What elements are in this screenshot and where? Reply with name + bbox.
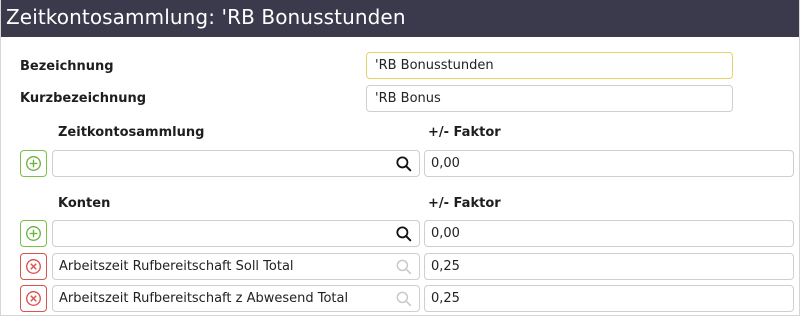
bezeichnung-label: Bezeichnung [20, 59, 114, 74]
kurzbezeichnung-label: Kurzbezeichnung [20, 91, 147, 106]
zeitkontosammlung-factor-input[interactable]: 0,00 [424, 150, 794, 177]
plus-circle-icon [26, 226, 41, 241]
x-circle-icon [26, 259, 41, 274]
konto-lookup-value: Arbeitszeit Rufbereitschaft Soll Total [59, 259, 294, 274]
zeitkontosammlung-factor-header: +/- Faktor [428, 125, 501, 140]
search-icon[interactable] [395, 290, 413, 308]
konto-lookup-value: Arbeitszeit Rufbereitschaft z Abwesend T… [59, 291, 349, 306]
konto-lookup-input[interactable]: Arbeitszeit Rufbereitschaft Soll Total [52, 253, 420, 280]
remove-konto-button[interactable] [20, 253, 47, 280]
konten-factor-header: +/- Faktor [428, 196, 501, 211]
title-bar: Zeitkontosammlung: 'RB Bonusstunden [0, 0, 800, 37]
plus-circle-icon [26, 156, 41, 171]
konto-factor-input[interactable]: 0,25 [424, 285, 794, 312]
remove-konto-button[interactable] [20, 285, 47, 312]
window-title: Zeitkontosammlung: 'RB Bonusstunden [6, 5, 406, 29]
add-zeitkontosammlung-button[interactable] [20, 150, 47, 177]
konten-header: Konten [58, 196, 111, 211]
search-icon[interactable] [395, 225, 413, 243]
bezeichnung-input[interactable]: 'RB Bonusstunden [366, 52, 733, 79]
konto-factor-input[interactable]: 0,00 [424, 220, 794, 247]
search-icon[interactable] [395, 155, 413, 173]
x-circle-icon [26, 291, 41, 306]
search-icon[interactable] [395, 258, 413, 276]
zeitkontosammlung-header: Zeitkontosammlung [58, 125, 205, 140]
konto-lookup-input[interactable]: Arbeitszeit Rufbereitschaft z Abwesend T… [52, 285, 420, 312]
konto-factor-input[interactable]: 0,25 [424, 253, 794, 280]
konto-lookup-input[interactable] [52, 220, 420, 247]
zeitkontosammlung-lookup-input[interactable] [52, 150, 420, 177]
add-konto-button[interactable] [20, 220, 47, 247]
kurzbezeichnung-input[interactable]: 'RB Bonus [366, 85, 733, 112]
